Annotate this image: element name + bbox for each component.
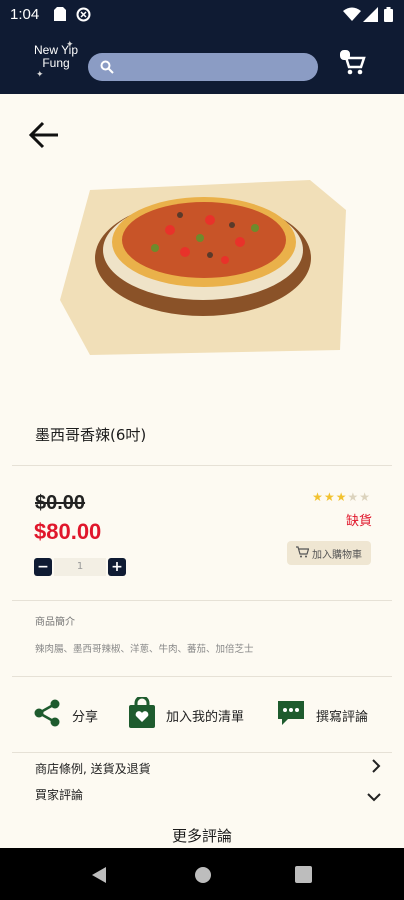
- product-title: 墨西哥香辣(6吋): [35, 426, 147, 444]
- share-icon: [32, 698, 62, 732]
- buyer-reviews-link[interactable]: 買家評論: [35, 786, 83, 803]
- quantity-value[interactable]: 1: [54, 558, 106, 576]
- sim-card-icon: [54, 7, 66, 25]
- add-to-list-button[interactable]: 加入我的清單: [128, 695, 244, 735]
- status-bar: 1:04: [0, 0, 404, 30]
- divider: [12, 676, 392, 677]
- stock-status: 缺貨: [345, 514, 372, 529]
- star-empty-icon: ★: [347, 490, 360, 504]
- share-button[interactable]: 分享: [32, 695, 98, 735]
- signal-icon: [363, 7, 378, 26]
- chevron-down-icon[interactable]: [366, 788, 382, 807]
- store-policy-link[interactable]: 商店條例, 送貨及退貨: [35, 760, 151, 777]
- logo-line2: Fung: [42, 56, 70, 70]
- data-saver-icon: [76, 7, 91, 26]
- status-time: 1:04: [10, 6, 40, 23]
- divider: [12, 600, 392, 601]
- recents-nav-icon[interactable]: [295, 866, 312, 887]
- description-label: 商品簡介: [35, 617, 75, 628]
- action-bar: 分享 加入我的清單 撰寫評論: [0, 695, 404, 735]
- cart-icon[interactable]: [340, 51, 366, 81]
- sparkle-icon: ✦: [66, 39, 74, 49]
- sparkle-icon: ✦: [36, 69, 44, 79]
- add-to-cart-label: 加入購物車: [312, 549, 362, 561]
- decrease-quantity-button[interactable]: −: [34, 558, 52, 576]
- brand-logo[interactable]: ✦ New Yip Fung ✦: [26, 39, 86, 79]
- system-nav-bar: [0, 848, 404, 900]
- star-filled-icon: ★: [335, 490, 348, 504]
- star-filled-icon: ★: [323, 490, 336, 504]
- home-nav-icon[interactable]: [194, 866, 212, 888]
- comment-icon: [276, 698, 306, 732]
- more-reviews-button[interactable]: 更多評論: [0, 825, 404, 846]
- shopping-bag-heart-icon: [128, 695, 156, 733]
- write-review-button[interactable]: 撰寫評論: [276, 695, 368, 735]
- rating-stars: ★★★★★: [312, 490, 371, 504]
- product-image: [60, 180, 346, 360]
- add-to-list-label: 加入我的清單: [166, 709, 245, 725]
- share-label: 分享: [72, 709, 99, 725]
- divider: [12, 752, 392, 753]
- back-nav-icon[interactable]: [91, 866, 107, 888]
- wifi-icon: [343, 7, 361, 25]
- app-bar: ✦ New Yip Fung ✦: [0, 30, 404, 94]
- add-to-cart-button[interactable]: 加入購物車: [287, 541, 371, 565]
- increase-quantity-button[interactable]: +: [108, 558, 126, 576]
- star-filled-icon: ★: [312, 490, 324, 504]
- divider: [12, 465, 392, 466]
- quantity-stepper: − 1 +: [34, 558, 126, 576]
- search-input[interactable]: [88, 53, 318, 81]
- write-review-label: 撰寫評論: [316, 709, 369, 725]
- chevron-right-icon[interactable]: [370, 758, 382, 778]
- product-description: 辣肉腸、墨西哥辣椒、洋蔥、牛肉、蕃茄、加倍芝士: [35, 644, 254, 655]
- sale-price: $80.00: [34, 519, 102, 544]
- star-empty-icon: ★: [359, 490, 371, 504]
- battery-icon: [384, 7, 393, 26]
- cart-icon: [296, 545, 310, 561]
- back-arrow-icon[interactable]: [28, 120, 60, 154]
- original-price: $0.00: [35, 492, 86, 514]
